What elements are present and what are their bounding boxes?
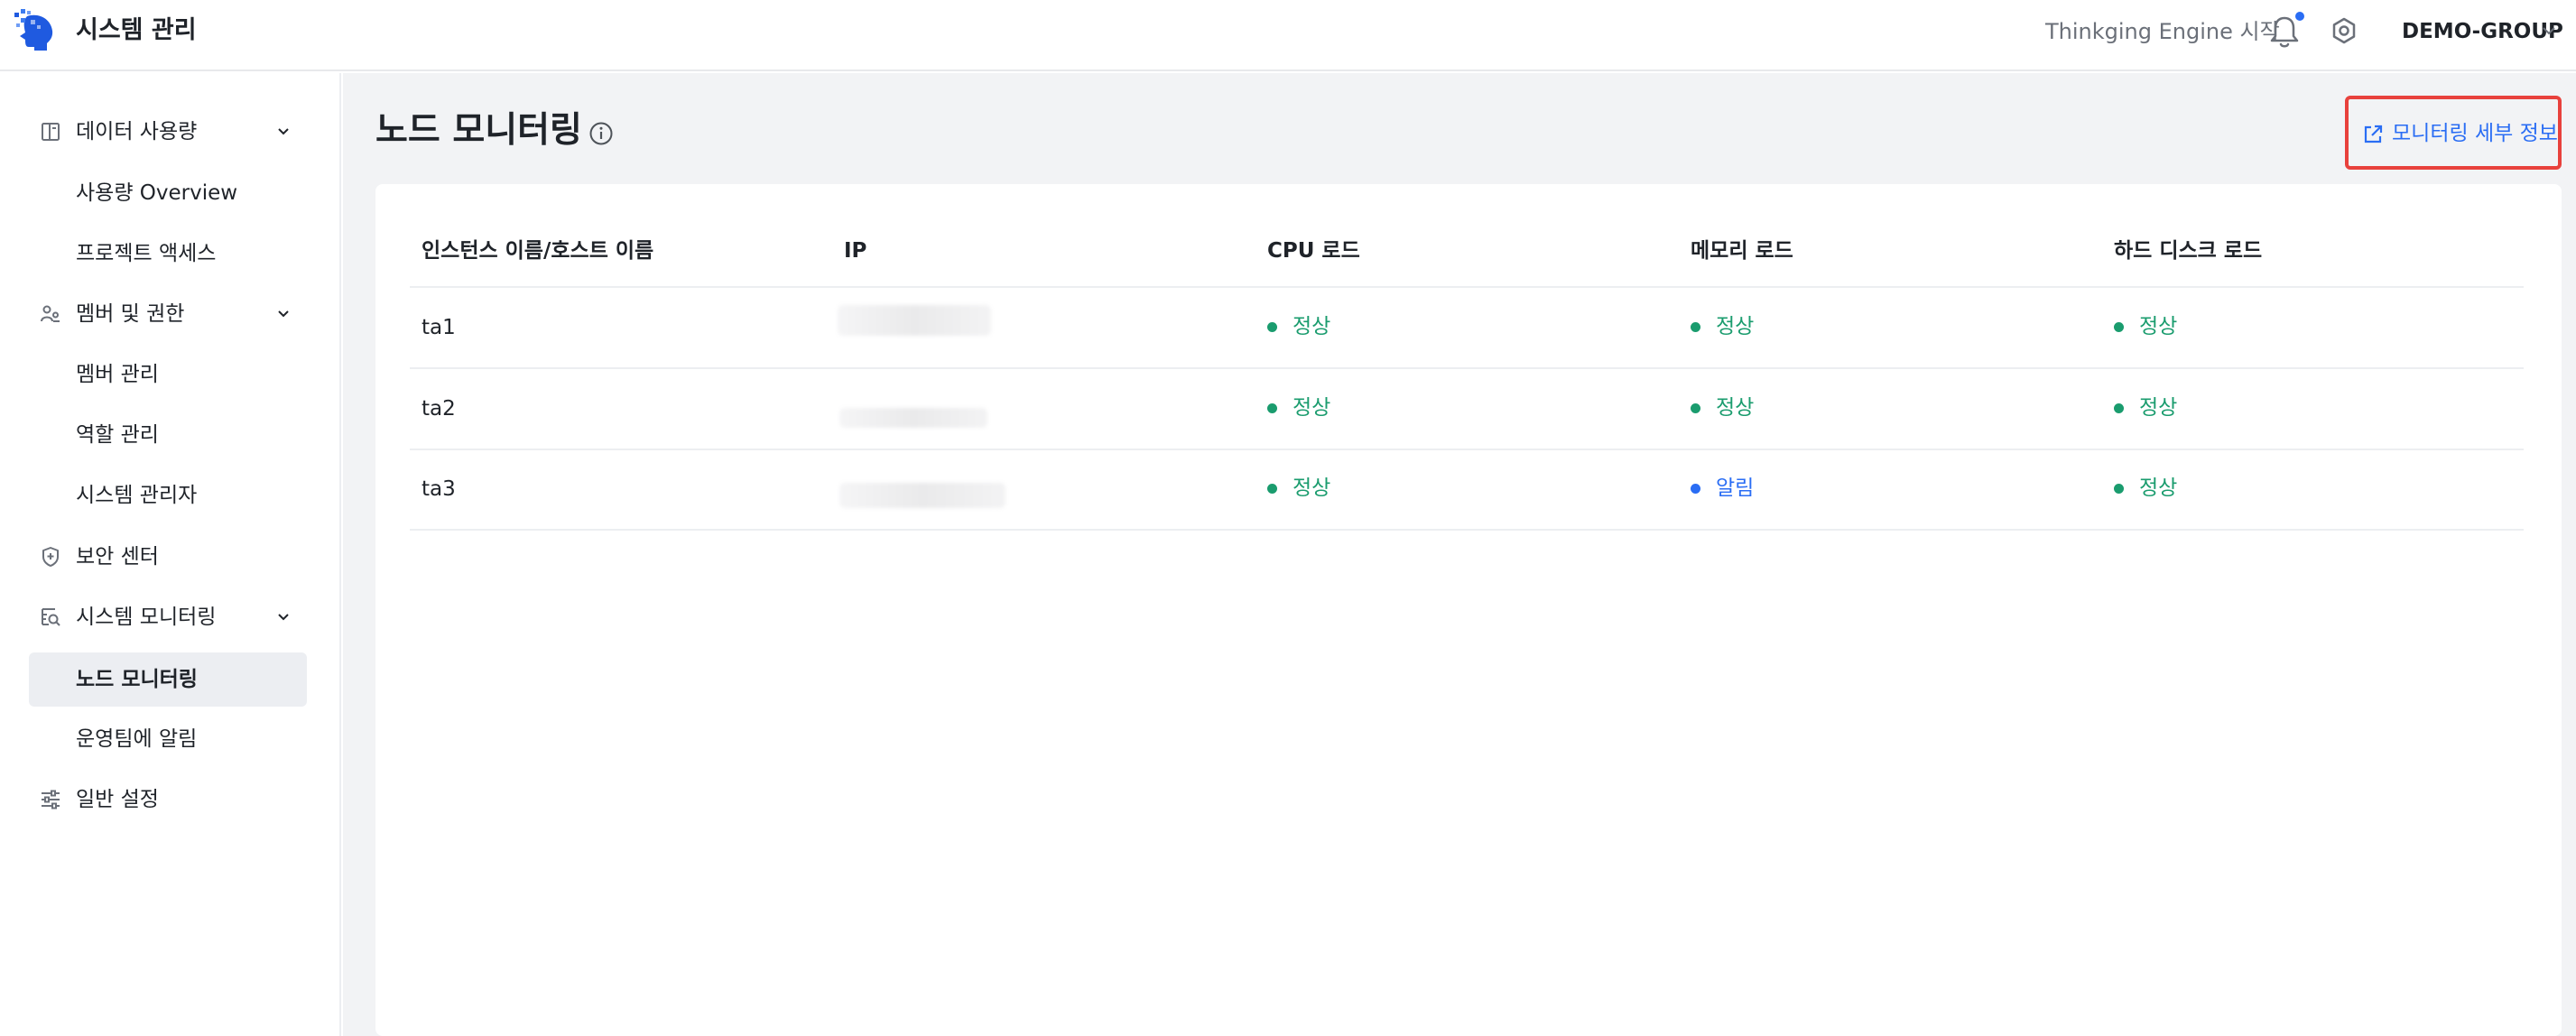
memory-status: 알림 bbox=[1691, 474, 1754, 503]
status-text: 알림 bbox=[1716, 476, 1755, 500]
monitoring-detail-link[interactable]: 모니터링 세부 정보 bbox=[2345, 96, 2562, 170]
sliders-icon bbox=[42, 790, 60, 809]
sidebar-item-member-management[interactable]: 멤버 관리 bbox=[29, 347, 307, 402]
node-table-card bbox=[375, 184, 2562, 1036]
sidebar-group-data-usage[interactable]: 데이터 사용량 bbox=[29, 105, 307, 159]
book-icon bbox=[42, 123, 60, 141]
chevron-down-icon[interactable] bbox=[276, 309, 291, 319]
column-header-memory: 메모리 로드 bbox=[1691, 239, 1793, 263]
status-text: 정상 bbox=[2139, 396, 2178, 420]
status-text: 정상 bbox=[2139, 315, 2178, 338]
bell-icon[interactable] bbox=[2269, 14, 2300, 49]
sidebar-group-security-center[interactable]: 보안 센터 bbox=[29, 530, 307, 584]
sidebar-group-system-monitoring[interactable]: 시스템 모니터링 bbox=[29, 590, 307, 644]
status-dot bbox=[1691, 483, 1700, 494]
top-header: 시스템 관리 Thinkging Engine 시작 DEMO-GROUP bbox=[0, 0, 2576, 71]
sidebar-item-role-management[interactable]: 역할 관리 bbox=[29, 408, 307, 462]
sidebar-group-label: 일반 설정 bbox=[76, 788, 159, 811]
disk-status: 정상 bbox=[2114, 474, 2177, 503]
monitoring-detail-label: 모니터링 세부 정보 bbox=[2392, 122, 2558, 145]
start-engine-link[interactable]: Thinkging Engine 시작 bbox=[2045, 18, 2280, 45]
status-text: 정상 bbox=[1293, 476, 1331, 500]
status-dot bbox=[2114, 483, 2124, 494]
info-icon[interactable] bbox=[588, 121, 614, 146]
app-title: 시스템 관리 bbox=[76, 16, 197, 44]
instance-name: ta1 bbox=[422, 316, 456, 339]
status-dot bbox=[1267, 321, 1277, 332]
sidebar-item-label: 역할 관리 bbox=[76, 423, 159, 447]
page-title: 노드 모니터링 bbox=[375, 110, 582, 151]
status-text: 정상 bbox=[1716, 315, 1755, 338]
sidebar-item-label: 운영팀에 알림 bbox=[76, 727, 198, 751]
sidebar-item-label: 사용량 Overview bbox=[76, 181, 238, 205]
ip-redacted bbox=[839, 483, 1005, 508]
table-divider bbox=[410, 529, 2524, 531]
status-dot bbox=[1691, 321, 1700, 332]
sidebar-group-label: 데이터 사용량 bbox=[76, 120, 198, 143]
memory-status: 정상 bbox=[1691, 312, 1754, 341]
sidebar-group-members[interactable]: 멤버 및 권한 bbox=[29, 287, 307, 341]
sidebar-item-notify-ops[interactable]: 운영팀에 알림 bbox=[29, 712, 307, 766]
status-dot bbox=[2114, 321, 2124, 332]
instance-name: ta2 bbox=[422, 397, 456, 421]
sidebar-group-general-settings[interactable]: 일반 설정 bbox=[29, 772, 307, 827]
status-dot bbox=[1267, 483, 1277, 494]
column-header-disk: 하드 디스크 로드 bbox=[2114, 239, 2263, 263]
memory-status: 정상 bbox=[1691, 393, 1754, 422]
ip-redacted bbox=[839, 408, 987, 428]
disk-status: 정상 bbox=[2114, 312, 2177, 341]
table-divider bbox=[410, 449, 2524, 450]
status-dot bbox=[2114, 402, 2124, 413]
sidebar-item-label: 시스템 관리자 bbox=[76, 484, 198, 507]
column-header-instance: 인스턴스 이름/호스트 이름 bbox=[422, 239, 654, 263]
sidebar-item-label: 멤버 관리 bbox=[76, 363, 159, 386]
status-text: 정상 bbox=[1716, 396, 1755, 420]
brain-logo-icon[interactable] bbox=[14, 9, 58, 54]
table-divider bbox=[410, 286, 2524, 288]
status-text: 정상 bbox=[1293, 315, 1331, 338]
sidebar-item-usage-overview[interactable]: 사용량 Overview bbox=[29, 166, 307, 220]
cpu-status: 정상 bbox=[1267, 312, 1330, 341]
notification-dot bbox=[2295, 12, 2304, 21]
column-header-cpu: CPU 로드 bbox=[1267, 239, 1360, 263]
table-divider bbox=[410, 367, 2524, 369]
disk-status: 정상 bbox=[2114, 393, 2177, 422]
status-text: 정상 bbox=[1293, 396, 1331, 420]
ip-redacted bbox=[838, 305, 991, 336]
sidebar-group-label: 시스템 모니터링 bbox=[76, 606, 217, 629]
status-dot bbox=[1691, 402, 1700, 413]
sidebar-item-system-admin[interactable]: 시스템 관리자 bbox=[29, 468, 307, 523]
cpu-status: 정상 bbox=[1267, 474, 1330, 503]
status-dot bbox=[1267, 402, 1277, 413]
sidebar-item-project-access[interactable]: 프로젝트 액세스 bbox=[29, 227, 307, 281]
shield-icon bbox=[42, 547, 59, 567]
sidebar-item-node-monitoring[interactable]: 노드 모니터링 bbox=[29, 652, 307, 707]
sidebar-item-label: 노드 모니터링 bbox=[76, 668, 198, 691]
gear-icon[interactable] bbox=[2330, 16, 2358, 45]
status-text: 정상 bbox=[2139, 476, 2178, 500]
cpu-status: 정상 bbox=[1267, 393, 1330, 422]
chevron-down-icon[interactable] bbox=[2542, 25, 2556, 36]
external-link-icon bbox=[2364, 125, 2383, 143]
sidebar-group-label: 멤버 및 권한 bbox=[76, 302, 185, 326]
chevron-down-icon[interactable] bbox=[276, 612, 291, 623]
users-icon bbox=[41, 305, 60, 322]
group-selector[interactable]: DEMO-GROUP bbox=[2402, 18, 2563, 45]
chevron-down-icon[interactable] bbox=[276, 126, 291, 137]
column-header-ip: IP bbox=[844, 239, 867, 263]
instance-name: ta3 bbox=[422, 477, 456, 501]
sidebar-item-label: 프로젝트 액세스 bbox=[76, 242, 217, 265]
sidebar-group-label: 보안 센터 bbox=[76, 545, 159, 569]
monitor-search-icon bbox=[42, 608, 60, 626]
